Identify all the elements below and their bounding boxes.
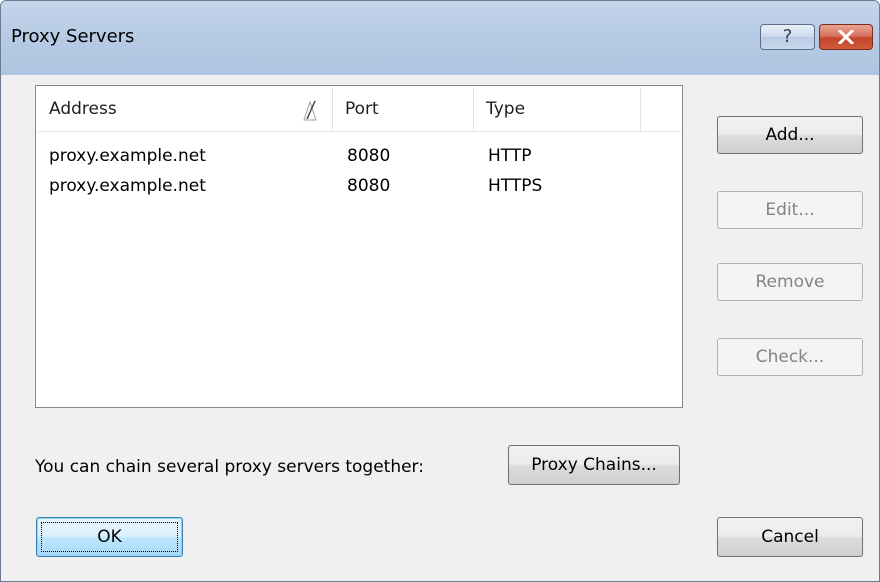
- cell-address: proxy.example.net: [49, 146, 206, 166]
- column-header-filler: [641, 88, 683, 131]
- ok-button-label: OK: [97, 527, 122, 547]
- proxy-chains-button[interactable]: Proxy Chains...: [508, 445, 680, 485]
- chain-description-label: You can chain several proxy servers toge…: [35, 457, 424, 477]
- cell-type: HTTP: [488, 146, 532, 166]
- table-row[interactable]: proxy.example.net 8080 HTTPS: [37, 172, 681, 202]
- column-header-label: Type: [486, 99, 526, 119]
- column-header-label: Port: [345, 99, 379, 119]
- remove-button[interactable]: Remove: [717, 263, 863, 301]
- edit-button[interactable]: Edit...: [717, 191, 863, 229]
- help-icon: ?: [782, 26, 793, 47]
- help-button[interactable]: ?: [760, 24, 815, 50]
- cell-type: HTTPS: [488, 176, 543, 196]
- sort-ascending-icon: [303, 100, 317, 121]
- table-row[interactable]: proxy.example.net 8080 HTTP: [37, 142, 681, 172]
- cell-port: 8080: [347, 176, 391, 196]
- list-header: Address Port Type: [37, 88, 681, 132]
- column-header-address[interactable]: Address: [37, 88, 333, 131]
- check-button[interactable]: Check...: [717, 338, 863, 376]
- column-header-type[interactable]: Type: [474, 88, 641, 131]
- close-x-icon: [838, 30, 854, 44]
- title-bar[interactable]: Proxy Servers ?: [1, 1, 879, 75]
- add-button[interactable]: Add...: [717, 116, 863, 154]
- ok-button[interactable]: OK: [36, 517, 183, 557]
- cancel-button[interactable]: Cancel: [717, 517, 863, 557]
- proxy-servers-dialog: Proxy Servers ? Address Port Type proxy.…: [0, 0, 880, 582]
- close-button[interactable]: [819, 24, 873, 50]
- cell-address: proxy.example.net: [49, 176, 206, 196]
- column-header-label: Address: [49, 99, 117, 119]
- proxy-list[interactable]: Address Port Type proxy.example.net 8080: [35, 85, 683, 408]
- window-title: Proxy Servers: [11, 26, 135, 47]
- column-header-port[interactable]: Port: [333, 88, 474, 131]
- dialog-body: Address Port Type proxy.example.net 8080: [1, 75, 879, 581]
- cell-port: 8080: [347, 146, 391, 166]
